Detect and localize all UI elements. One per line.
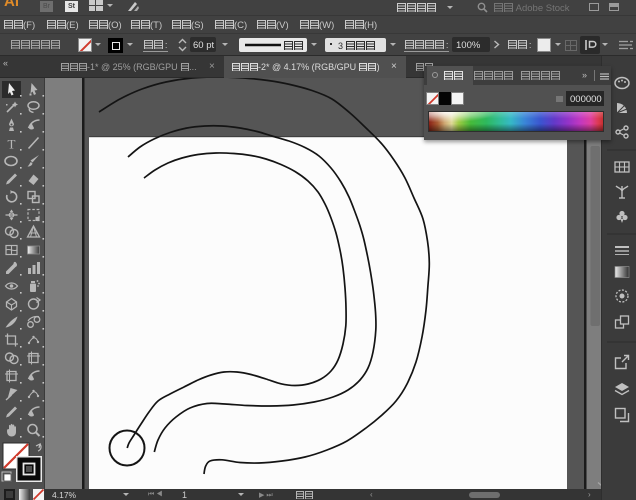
svg-text:T: T (8, 137, 16, 152)
